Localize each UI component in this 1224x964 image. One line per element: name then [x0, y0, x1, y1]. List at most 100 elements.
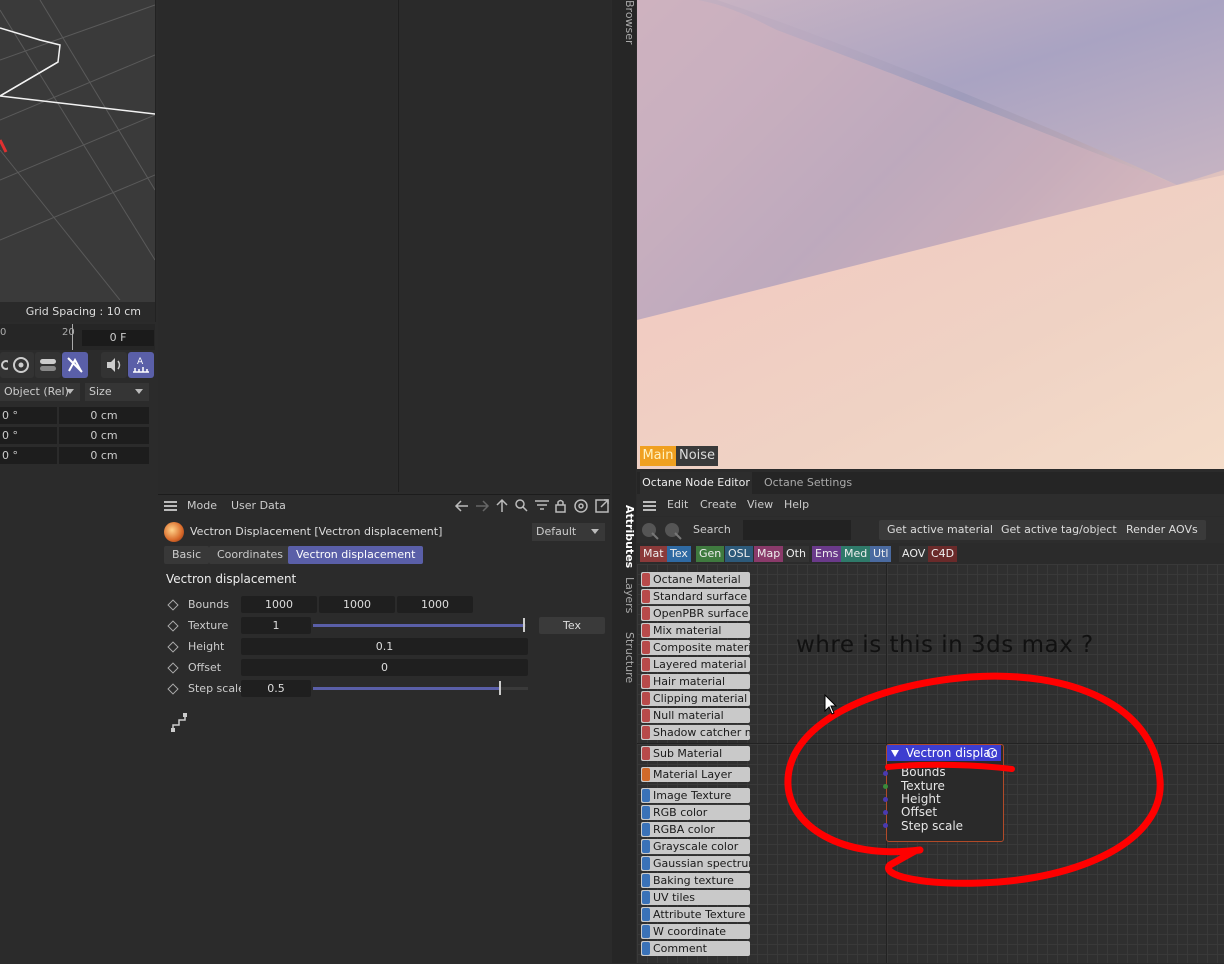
- octane-render-view[interactable]: [637, 0, 1224, 469]
- node-list-item[interactable]: Material Layer: [641, 767, 750, 782]
- category-c4d[interactable]: C4D: [928, 546, 958, 562]
- get-active-material-button[interactable]: Get active material: [879, 520, 1001, 540]
- node-list-item[interactable]: W coordinate: [641, 924, 750, 939]
- sound-icon[interactable]: [101, 352, 127, 378]
- node-list-item[interactable]: Null material: [641, 708, 750, 723]
- node-list-item[interactable]: RGBA color: [641, 822, 750, 837]
- tex-button[interactable]: Tex: [539, 617, 605, 634]
- annotation-underline: [885, 761, 1015, 772]
- offset-field[interactable]: 0: [241, 659, 528, 676]
- search-input[interactable]: [743, 520, 851, 540]
- section-title: Vectron displacement: [166, 572, 297, 586]
- texture-value-field[interactable]: 1: [241, 617, 311, 634]
- step-scale-slider-handle[interactable]: [499, 681, 502, 695]
- node-list-item[interactable]: Shadow catcher m: [641, 725, 750, 740]
- node-tools-icon[interactable]: [640, 520, 690, 540]
- category-aov[interactable]: AOV: [899, 546, 929, 562]
- texture-slider-handle[interactable]: [523, 618, 525, 632]
- tab-coordinates[interactable]: Coordinates: [209, 546, 292, 564]
- preset-dropdown[interactable]: Default: [532, 523, 605, 541]
- node-list-item-label: Clipping material: [653, 692, 748, 705]
- menu-mode[interactable]: Mode: [187, 499, 217, 512]
- category-gen[interactable]: Gen: [696, 546, 725, 562]
- layer-manager-panel[interactable]: [398, 0, 611, 492]
- rotation-field-h[interactable]: 0 °: [0, 407, 57, 424]
- menu-user-data[interactable]: User Data: [231, 499, 286, 512]
- toggle-switch-icon[interactable]: [35, 352, 61, 378]
- current-frame-field[interactable]: 0 F: [82, 330, 154, 346]
- node-list-item[interactable]: Mix material: [641, 623, 750, 638]
- node-list-item[interactable]: Octane Material: [641, 572, 750, 587]
- node-list-item[interactable]: Layered material: [641, 657, 750, 672]
- side-tab-strip: [612, 0, 636, 963]
- tab-structure[interactable]: Structure: [612, 632, 636, 683]
- step-scale-value-field[interactable]: 0.5: [241, 680, 311, 697]
- tab-layers[interactable]: Layers: [612, 575, 636, 615]
- node-list-item-label: UV tiles: [653, 891, 695, 904]
- tab-attributes[interactable]: Attributes: [612, 505, 636, 568]
- category-map[interactable]: Map: [754, 546, 784, 562]
- node-list-item[interactable]: RGB color: [641, 805, 750, 820]
- rotation-field-b[interactable]: 0 °: [0, 447, 57, 464]
- size-field-x[interactable]: 0 cm: [59, 407, 149, 424]
- tab-browser[interactable]: Browser: [612, 0, 636, 45]
- mouse-cursor-icon: [824, 694, 838, 715]
- menu-help[interactable]: Help: [784, 498, 809, 511]
- render-tab-noise[interactable]: Noise: [676, 446, 718, 466]
- node-list-item[interactable]: Baking texture: [641, 873, 750, 888]
- tab-octane-node-editor[interactable]: Octane Node Editor: [640, 472, 752, 494]
- tab-vectron-displacement[interactable]: Vectron displacement: [288, 546, 424, 564]
- animation-layer-icon[interactable]: A: [128, 352, 154, 378]
- category-mat[interactable]: Mat: [640, 546, 667, 562]
- node-type-color-swatch: [642, 675, 650, 688]
- object-manager-panel[interactable]: [158, 0, 397, 492]
- hamburger-menu-icon[interactable]: [643, 500, 656, 514]
- bounds-y-field[interactable]: 1000: [319, 596, 395, 613]
- tab-octane-settings[interactable]: Octane Settings: [760, 472, 856, 494]
- render-aovs-button[interactable]: Render AOVs: [1118, 520, 1206, 540]
- node-list-item[interactable]: Comment: [641, 941, 750, 956]
- category-utl[interactable]: Utl: [870, 546, 892, 562]
- node-list-item[interactable]: Hair material: [641, 674, 750, 689]
- node-list-item[interactable]: UV tiles: [641, 890, 750, 905]
- node-list-item[interactable]: Clipping material: [641, 691, 750, 706]
- node-list-item[interactable]: Image Texture: [641, 788, 750, 803]
- category-osl[interactable]: OSL: [725, 546, 753, 562]
- category-oth[interactable]: Oth: [783, 546, 809, 562]
- node-list-item[interactable]: OpenPBR surface m: [641, 606, 750, 621]
- bounds-z-field[interactable]: 1000: [397, 596, 473, 613]
- lock-icon: [555, 504, 566, 513]
- size-field-z[interactable]: 0 cm: [59, 447, 149, 464]
- menu-create[interactable]: Create: [700, 498, 737, 511]
- autokey-cycle-icon[interactable]: [8, 352, 34, 378]
- tab-basic[interactable]: Basic: [164, 546, 210, 564]
- node-list-item[interactable]: Attribute Texture: [641, 907, 750, 922]
- 3d-viewport[interactable]: Grid Spacing : 10 cm: [0, 0, 156, 322]
- node-list-item-label: Attribute Texture: [653, 908, 746, 921]
- node-list-item[interactable]: Grayscale color: [641, 839, 750, 854]
- bounds-x-field[interactable]: 1000: [241, 596, 317, 613]
- menu-edit[interactable]: Edit: [667, 498, 688, 511]
- coordinate-mode-dropdown[interactable]: Object (Rel): [0, 383, 80, 401]
- timeline-playhead[interactable]: [72, 324, 73, 350]
- node-list-item[interactable]: Standard surface m: [641, 589, 750, 604]
- rotation-field-p[interactable]: 0 °: [0, 427, 57, 444]
- node-list-item[interactable]: Composite materia: [641, 640, 750, 655]
- category-tex[interactable]: Tex: [667, 546, 691, 562]
- render-tab-main[interactable]: Main: [640, 446, 676, 466]
- category-med[interactable]: Med: [841, 546, 871, 562]
- size-mode-dropdown[interactable]: Size: [85, 383, 149, 401]
- spline-node-icon[interactable]: [170, 712, 192, 734]
- node-type-color-swatch: [642, 747, 650, 760]
- render-image: [637, 0, 1224, 469]
- get-active-tag-object-button[interactable]: Get active tag/object: [993, 520, 1125, 540]
- hamburger-menu-icon[interactable]: [164, 500, 177, 514]
- node-type-color-swatch: [642, 590, 650, 603]
- category-ems[interactable]: Ems: [812, 546, 842, 562]
- node-list-item[interactable]: Gaussian spectrum: [641, 856, 750, 871]
- menu-view[interactable]: View: [747, 498, 773, 511]
- node-list-item[interactable]: Sub Material: [641, 746, 750, 761]
- height-field[interactable]: 0.1: [241, 638, 528, 655]
- no-key-icon[interactable]: [62, 352, 88, 378]
- size-field-y[interactable]: 0 cm: [59, 427, 149, 444]
